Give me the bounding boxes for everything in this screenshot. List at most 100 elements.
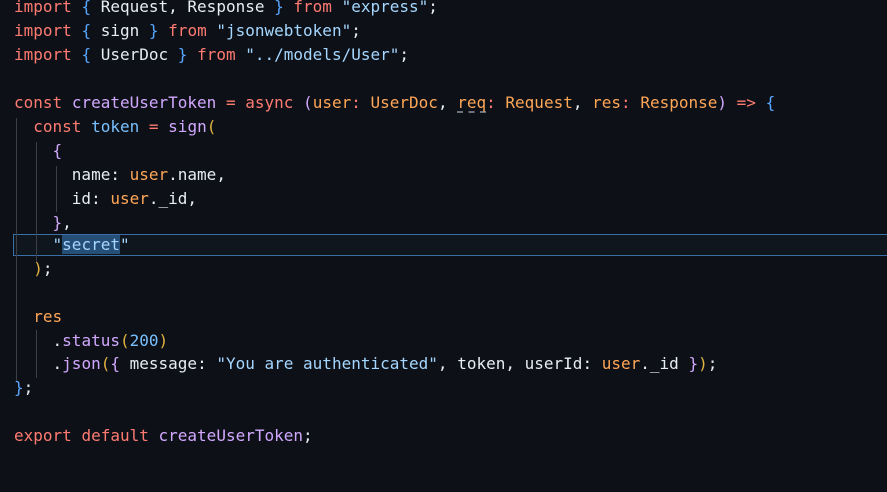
colon: : <box>197 354 207 373</box>
type-response: Response <box>640 93 718 112</box>
keyword-import: import <box>14 21 72 40</box>
brace-close: } <box>274 0 284 16</box>
param-user: user <box>312 93 352 112</box>
code-line-14[interactable]: res <box>14 305 62 329</box>
keyword-from: from <box>197 45 236 64</box>
ref-res: res <box>33 307 63 326</box>
import-names: Request, Response <box>100 0 265 16</box>
brace-open: { <box>81 45 92 64</box>
code-line-5[interactable]: const createUserToken = async (user: Use… <box>14 91 775 115</box>
code-line-6[interactable]: const token = sign( <box>14 115 216 139</box>
ref-user: user <box>129 165 169 184</box>
keyword-import: import <box>14 45 72 64</box>
paren-open: ( <box>119 331 130 350</box>
paren-close: ) <box>33 259 43 278</box>
member-id: _id <box>649 354 679 373</box>
keyword-export: export <box>14 426 72 445</box>
brace-close: } <box>14 378 24 397</box>
brace-close: } <box>52 213 63 232</box>
semicolon: ; <box>303 426 313 445</box>
keyword-import: import <box>14 0 72 16</box>
module-path: "jsonwebtoken" <box>216 21 352 40</box>
brace-close: } <box>688 354 699 373</box>
dot: . <box>148 189 159 208</box>
comma: , <box>216 165 226 184</box>
import-name: sign <box>100 21 140 40</box>
brace-open: { <box>52 141 63 160</box>
paren-open: ( <box>206 117 217 136</box>
property-id: id <box>71 189 92 208</box>
property-token: token <box>457 354 506 373</box>
semicolon: ; <box>428 0 438 16</box>
ref-user: user <box>601 354 641 373</box>
type-request: Request <box>505 93 573 112</box>
param-req: req <box>457 93 487 112</box>
message-string: "You are authenticated" <box>216 354 438 373</box>
import-name: UserDoc <box>100 45 169 64</box>
colon: : <box>621 93 631 112</box>
brace-open: { <box>765 93 776 112</box>
function-name: createUserToken <box>71 93 217 112</box>
semicolon: ; <box>351 21 361 40</box>
code-line-9[interactable]: id: user._id, <box>14 187 197 211</box>
dot: . <box>640 354 650 373</box>
code-line-8[interactable]: name: user.name, <box>14 163 226 187</box>
param-res: res <box>592 93 622 112</box>
brace-open: { <box>81 0 92 16</box>
code-line-3[interactable]: import { UserDoc } from "../models/User"… <box>14 43 409 67</box>
call-sign: sign <box>168 117 207 136</box>
paren-close: ) <box>698 354 708 373</box>
colon: : <box>110 165 120 184</box>
brace-close: } <box>148 21 159 40</box>
comma: , <box>437 354 448 373</box>
semicolon: ; <box>23 378 34 397</box>
property-name: name <box>71 165 111 184</box>
member-name: name <box>177 165 217 184</box>
semicolon: ; <box>707 354 718 373</box>
module-path: "../models/User" <box>245 45 400 64</box>
operator-assign: = <box>225 93 236 112</box>
property-message: message <box>129 354 198 373</box>
quote-close: " <box>119 235 130 254</box>
keyword-from: from <box>293 0 332 16</box>
ref-user: user <box>110 189 149 208</box>
paren-close: ) <box>158 331 169 350</box>
colon: : <box>486 93 496 112</box>
keyword-const: const <box>14 93 63 112</box>
paren-open: ( <box>303 93 313 112</box>
paren-open: ( <box>100 354 111 373</box>
code-line-2[interactable]: import { sign } from "jsonwebtoken"; <box>14 19 361 43</box>
code-line-15[interactable]: .status(200) <box>14 329 169 353</box>
comma: , <box>187 189 198 208</box>
code-editor[interactable]: import { Request, Response } from "expre… <box>0 0 887 492</box>
code-line-17[interactable]: }; <box>14 376 33 400</box>
paren-close: ) <box>717 93 728 112</box>
code-line-16[interactable]: .json({ message: "You are authenticated"… <box>14 352 718 376</box>
comma: , <box>505 354 515 373</box>
module-path: "express" <box>341 0 429 16</box>
export-name: createUserToken <box>158 426 304 445</box>
brace-open: { <box>81 21 92 40</box>
dot: . <box>168 165 178 184</box>
code-line-12[interactable]: ); <box>14 257 53 281</box>
status-code: 200 <box>129 331 159 350</box>
type-userdoc: UserDoc <box>370 93 438 112</box>
code-line-1[interactable]: import { Request, Response } from "expre… <box>14 0 438 19</box>
call-json: json <box>62 354 101 373</box>
code-line-10[interactable]: }, <box>14 211 72 235</box>
code-line-7[interactable]: { <box>14 139 63 163</box>
dot: . <box>52 331 63 350</box>
selected-text-secret: secret <box>62 235 120 254</box>
arrow: => <box>736 93 756 112</box>
code-line-11[interactable]: "secret" <box>14 233 130 257</box>
colon: : <box>351 93 361 112</box>
semicolon: ; <box>42 259 53 278</box>
var-token: token <box>91 117 140 136</box>
property-userid: userId <box>524 354 583 373</box>
keyword-const: const <box>33 117 82 136</box>
code-line-19[interactable]: export default createUserToken; <box>14 424 313 448</box>
semicolon: ; <box>399 45 410 64</box>
colon: : <box>582 354 593 373</box>
quote-open: " <box>52 235 63 254</box>
operator-assign: = <box>148 117 159 136</box>
